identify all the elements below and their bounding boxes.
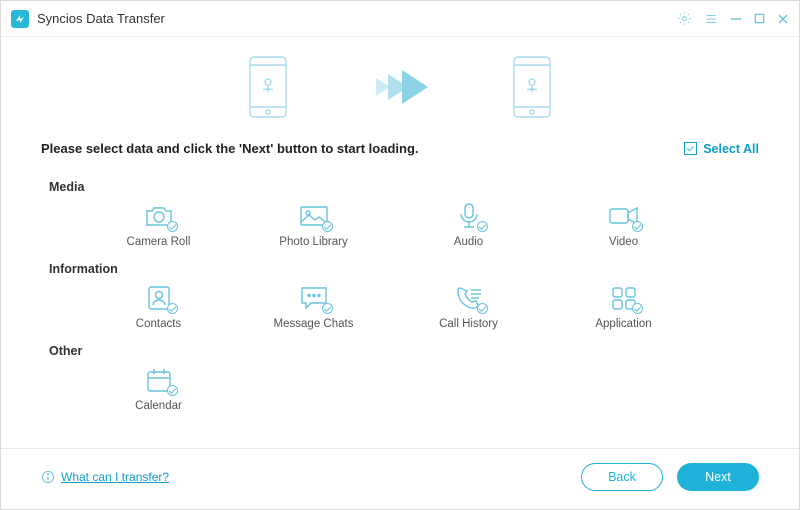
instruction-text: Please select data and click the 'Next' … [41, 141, 419, 156]
item-message-chats[interactable]: Message Chats [236, 284, 391, 330]
item-camera-roll[interactable]: Camera Roll [81, 202, 236, 248]
message-icon [297, 284, 331, 312]
item-label: Video [609, 236, 638, 248]
app-logo-icon [11, 10, 29, 28]
application-icon [607, 284, 641, 312]
checkbox-icon [684, 142, 697, 155]
item-photo-library[interactable]: Photo Library [236, 202, 391, 248]
item-label: Audio [454, 236, 483, 248]
video-icon [607, 202, 641, 230]
contacts-icon [142, 284, 176, 312]
section-title-media: Media [41, 180, 759, 194]
item-label: Camera Roll [127, 236, 191, 248]
app-title: Syncios Data Transfer [37, 11, 165, 26]
menu-icon[interactable] [704, 12, 718, 26]
target-phone-icon [510, 55, 554, 119]
item-calendar[interactable]: Calendar [81, 366, 236, 412]
call-history-icon [452, 284, 486, 312]
item-video[interactable]: Video [546, 202, 701, 248]
help-label: What can I transfer? [61, 470, 169, 484]
arrow-icon [370, 70, 430, 104]
select-all-label: Select All [703, 142, 759, 156]
footer: What can I transfer? Back Next [1, 448, 799, 509]
item-label: Message Chats [274, 318, 354, 330]
footer-buttons: Back Next [581, 463, 759, 491]
item-application[interactable]: Application [546, 284, 701, 330]
section-title-information: Information [41, 262, 759, 276]
item-audio[interactable]: Audio [391, 202, 546, 248]
information-items: Contacts Message Chats Call History [41, 284, 759, 330]
photo-icon [297, 202, 331, 230]
item-call-history[interactable]: Call History [391, 284, 546, 330]
device-diagram [41, 37, 759, 141]
settings-icon[interactable] [677, 11, 692, 26]
title-bar: Syncios Data Transfer [1, 1, 799, 37]
title-left: Syncios Data Transfer [11, 10, 165, 28]
next-button[interactable]: Next [677, 463, 759, 491]
calendar-icon [142, 366, 176, 394]
camera-icon [142, 202, 176, 230]
back-button[interactable]: Back [581, 463, 663, 491]
item-label: Application [595, 318, 651, 330]
minimize-icon[interactable] [730, 13, 742, 25]
instruction-row: Please select data and click the 'Next' … [41, 141, 759, 166]
item-label: Contacts [136, 318, 181, 330]
audio-icon [452, 202, 486, 230]
app-window: Syncios Data Transfer [0, 0, 800, 510]
source-phone-icon [246, 55, 290, 119]
select-all-checkbox[interactable]: Select All [684, 142, 759, 156]
media-items: Camera Roll Photo Library Audio [41, 202, 759, 248]
item-label: Calendar [135, 400, 182, 412]
item-contacts[interactable]: Contacts [81, 284, 236, 330]
item-label: Photo Library [279, 236, 347, 248]
info-icon [41, 470, 55, 484]
other-items: Calendar [41, 366, 759, 412]
close-icon[interactable] [777, 13, 789, 25]
section-title-other: Other [41, 344, 759, 358]
item-label: Call History [439, 318, 498, 330]
window-controls [677, 11, 789, 26]
main-content: Please select data and click the 'Next' … [1, 37, 799, 448]
maximize-icon[interactable] [754, 13, 765, 24]
help-link[interactable]: What can I transfer? [41, 470, 169, 484]
